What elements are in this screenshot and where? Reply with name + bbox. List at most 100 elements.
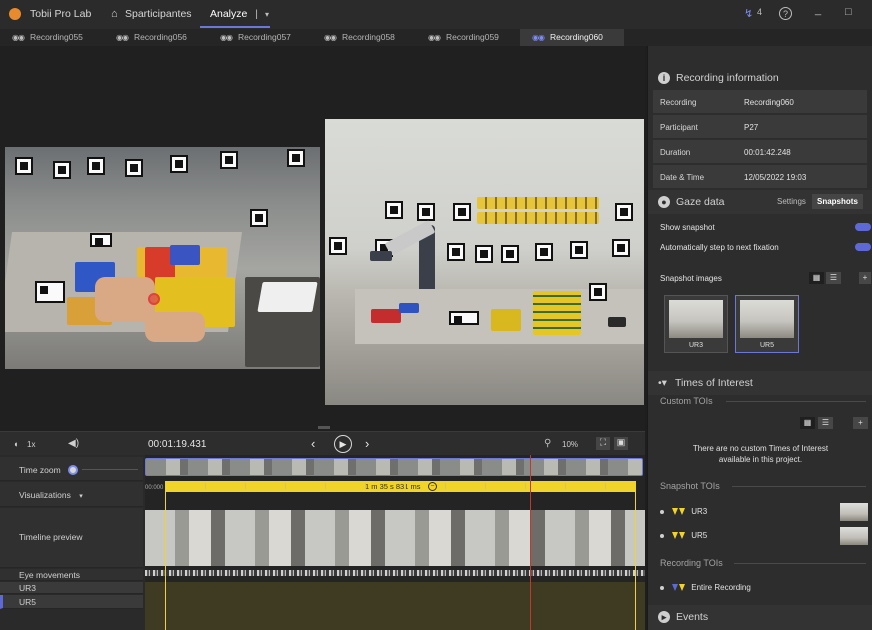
flag-icon: [679, 508, 685, 516]
time-zoom-label: Time zoom: [19, 465, 61, 475]
show-snapshot-toggle[interactable]: [855, 223, 871, 231]
tab-recording058[interactable]: ◉◉ Recording058: [312, 29, 416, 46]
auto-step-toggle[interactable]: [855, 243, 871, 251]
auto-step-label: Automatically step to next fixation: [660, 243, 779, 252]
section-title: Gaze data: [676, 196, 725, 208]
clock-icon: –: [428, 482, 437, 491]
flag-icon: [672, 508, 678, 516]
info-value: P27: [744, 123, 759, 132]
play-icon[interactable]: ▶: [334, 435, 352, 453]
show-snapshot-row: Show snapshot: [653, 218, 871, 238]
selection-end-line[interactable]: [635, 481, 636, 630]
recording-info-header[interactable]: i Recording information: [648, 66, 872, 90]
selection-start-line[interactable]: [165, 481, 166, 630]
toi-row-ur3[interactable]: UR3: [0, 582, 143, 594]
add-toi-button[interactable]: +: [853, 417, 868, 429]
visualizations-row[interactable]: Visualizations ▾: [0, 482, 143, 507]
eye-movements-track: [145, 570, 645, 576]
info-key: Date & Time: [660, 173, 705, 182]
list-view-icon[interactable]: ☰: [818, 417, 833, 429]
side-panel: i Recording information Recording Recordi…: [647, 46, 872, 630]
scene-video-right: [325, 119, 644, 405]
section-title: Recording information: [676, 72, 779, 84]
toi-item-ur5[interactable]: UR5: [660, 531, 707, 540]
step-forward-icon[interactable]: ›: [365, 436, 369, 451]
flag-icon: [672, 584, 678, 592]
home-icon[interactable]: ⌂: [111, 8, 118, 20]
snapshot-image: [740, 300, 794, 338]
info-key: Participant: [660, 123, 698, 132]
info-row-duration: Duration 00:01:42.248: [653, 140, 867, 164]
bullet-icon: [660, 533, 664, 538]
list-view-icon[interactable]: ☰: [826, 272, 841, 284]
selection-duration: 1 m 35 s 831 ms: [365, 482, 421, 491]
flag-icon: [679, 584, 685, 592]
auto-step-row: Automatically step to next fixation: [653, 238, 871, 258]
info-value: 00:01:42.248: [744, 148, 791, 157]
tab-label: Recording056: [133, 32, 187, 42]
toi-thumbnail: [840, 503, 868, 521]
tab-label: Recording057: [237, 32, 291, 42]
info-key: Recording: [660, 98, 697, 107]
video-area[interactable]: [0, 46, 645, 431]
toi-row-ur5[interactable]: UR5: [0, 595, 143, 609]
playback-speed[interactable]: 1x: [27, 440, 35, 449]
eye-movements-row: Eye movements: [0, 569, 143, 581]
snapshot-thumbnail[interactable]: UR3: [664, 295, 728, 353]
tab-label: Recording055: [29, 32, 83, 42]
zoom-icon[interactable]: ⚲: [544, 438, 551, 449]
show-snapshot-label: Show snapshot: [660, 223, 715, 232]
eye-movements-label: Eye movements: [19, 570, 80, 580]
empty-toi-message-line: available in this project.: [718, 455, 803, 464]
toi-item-entire-recording[interactable]: Entire Recording: [660, 583, 751, 592]
tab-recording059[interactable]: ◉◉ Recording059: [416, 29, 520, 46]
chevron-down-icon[interactable]: ▾: [265, 10, 269, 19]
maximize-icon[interactable]: □: [845, 6, 852, 18]
snapshot-thumbnail[interactable]: UR5: [735, 295, 799, 353]
timeline-tracks[interactable]: 00:000 1 m 35 s 831 ms –: [145, 455, 645, 630]
tab-recording060[interactable]: ◉◉ Recording060: [520, 29, 624, 46]
step-back-icon[interactable]: ‹: [311, 436, 315, 451]
toi-row-label: UR5: [19, 597, 37, 607]
help-icon[interactable]: ?: [779, 7, 792, 20]
tab-recording057[interactable]: ◉◉ Recording057: [208, 29, 312, 46]
snapshot-image: [669, 300, 723, 338]
tab-label: Recording058: [341, 32, 395, 42]
gaze-data-header[interactable]: ● Gaze data Settings Snapshots: [648, 190, 872, 214]
glasses-icon: ◉◉: [324, 33, 337, 42]
fit-icon[interactable]: ⛶: [596, 437, 610, 450]
tab-snapshots[interactable]: Snapshots: [812, 194, 863, 209]
zoom-level: 10%: [562, 440, 579, 449]
tab-settings[interactable]: Settings: [772, 194, 811, 209]
flag-icon: [672, 532, 678, 540]
playhead[interactable]: [530, 455, 531, 630]
toi-label: UR5: [691, 531, 708, 540]
tab-recording056[interactable]: ◉◉ Recording056: [104, 29, 208, 46]
events-header[interactable]: ▸ Events: [648, 605, 872, 630]
info-key: Duration: [660, 148, 691, 157]
projects-link[interactable]: Sparticipantes: [125, 8, 192, 20]
timeline: ◖ 1x ◀) 00:01:19.431 ‹ ▶ › ⚲ 10% ⛶ ▣ Tim…: [0, 431, 645, 630]
toi-label: Entire Recording: [691, 583, 751, 592]
toi-item-ur3[interactable]: UR3: [660, 507, 707, 516]
minimize-icon[interactable]: _: [815, 4, 821, 16]
volume-icon[interactable]: ◀): [68, 438, 79, 449]
add-snapshot-button[interactable]: +: [859, 272, 871, 284]
time-zoom-slider[interactable]: [82, 469, 138, 470]
fullscreen-icon[interactable]: ▣: [614, 437, 628, 450]
glasses-icon: ◉◉: [532, 33, 545, 42]
tab-recording055[interactable]: ◉◉ Recording055: [0, 29, 104, 46]
toi-label: UR3: [691, 507, 708, 516]
resize-handle[interactable]: [318, 426, 330, 429]
time-zoom-slider-handle[interactable]: [68, 465, 78, 475]
title-bar: Tobii Pro Lab ⌂ Sparticipantes Analyze |…: [0, 0, 872, 29]
glasses-icon: ◉◉: [116, 33, 129, 42]
grid-view-icon[interactable]: ▦: [809, 272, 824, 284]
speed-icon[interactable]: ◖: [13, 439, 18, 449]
notification-icon[interactable]: ↯: [744, 7, 753, 20]
tab-analyze[interactable]: Analyze | ▾: [200, 2, 270, 28]
time-zoom-overview[interactable]: [145, 458, 643, 476]
toi-header[interactable]: •▾ Times of Interest: [648, 371, 872, 395]
time-zoom-row: Time zoom: [0, 457, 143, 481]
grid-view-icon[interactable]: ▦: [800, 417, 815, 429]
